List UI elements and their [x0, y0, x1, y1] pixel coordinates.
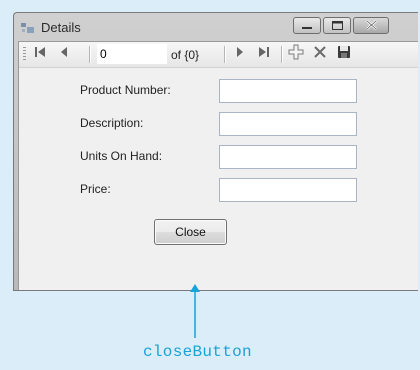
- delete-icon: [313, 45, 327, 64]
- minimize-icon: [302, 17, 312, 35]
- move-first-button[interactable]: [31, 45, 49, 63]
- close-x-icon: [365, 17, 377, 35]
- toolbar-separator: [281, 46, 282, 63]
- move-previous-button[interactable]: [55, 45, 73, 63]
- add-new-icon: [288, 44, 304, 65]
- move-last-button[interactable]: [255, 45, 273, 63]
- position-input[interactable]: [97, 44, 167, 64]
- move-last-icon: [258, 45, 270, 63]
- toolbar-separator: [224, 46, 225, 63]
- delete-button[interactable]: [311, 45, 329, 63]
- price-label: Price:: [80, 182, 111, 196]
- window-title: Details: [41, 20, 81, 35]
- units-on-hand-label: Units On Hand:: [80, 149, 163, 163]
- move-first-icon: [34, 45, 46, 63]
- form-client-area: of {0}: [18, 41, 418, 290]
- close-button[interactable]: Close: [154, 219, 227, 245]
- product-number-label: Product Number:: [80, 83, 171, 97]
- units-on-hand-field[interactable]: [219, 145, 357, 169]
- form-icon: [21, 21, 35, 33]
- price-field[interactable]: [219, 178, 357, 202]
- minimize-button[interactable]: [293, 17, 321, 34]
- callout-label: closeButton: [143, 343, 252, 361]
- product-number-field[interactable]: [219, 79, 357, 103]
- move-previous-icon: [59, 45, 69, 63]
- toolbar-separator: [89, 46, 90, 63]
- save-icon: [337, 45, 351, 64]
- description-field[interactable]: [219, 112, 357, 136]
- binding-navigator: of {0}: [19, 42, 418, 68]
- record-count-label: of {0}: [171, 48, 200, 62]
- description-label: Description:: [80, 116, 144, 130]
- save-button[interactable]: [335, 45, 353, 63]
- title-bar[interactable]: Details: [14, 13, 418, 43]
- toolbar-grip[interactable]: [23, 47, 26, 62]
- move-next-icon: [235, 45, 245, 63]
- details-window: Details 0 of {0} Product Number: Descrip…: [13, 12, 418, 291]
- close-window-button[interactable]: [353, 17, 389, 34]
- maximize-button[interactable]: [323, 17, 351, 34]
- add-new-button[interactable]: [287, 44, 305, 65]
- move-next-button[interactable]: [231, 45, 249, 63]
- maximize-icon: [331, 17, 343, 35]
